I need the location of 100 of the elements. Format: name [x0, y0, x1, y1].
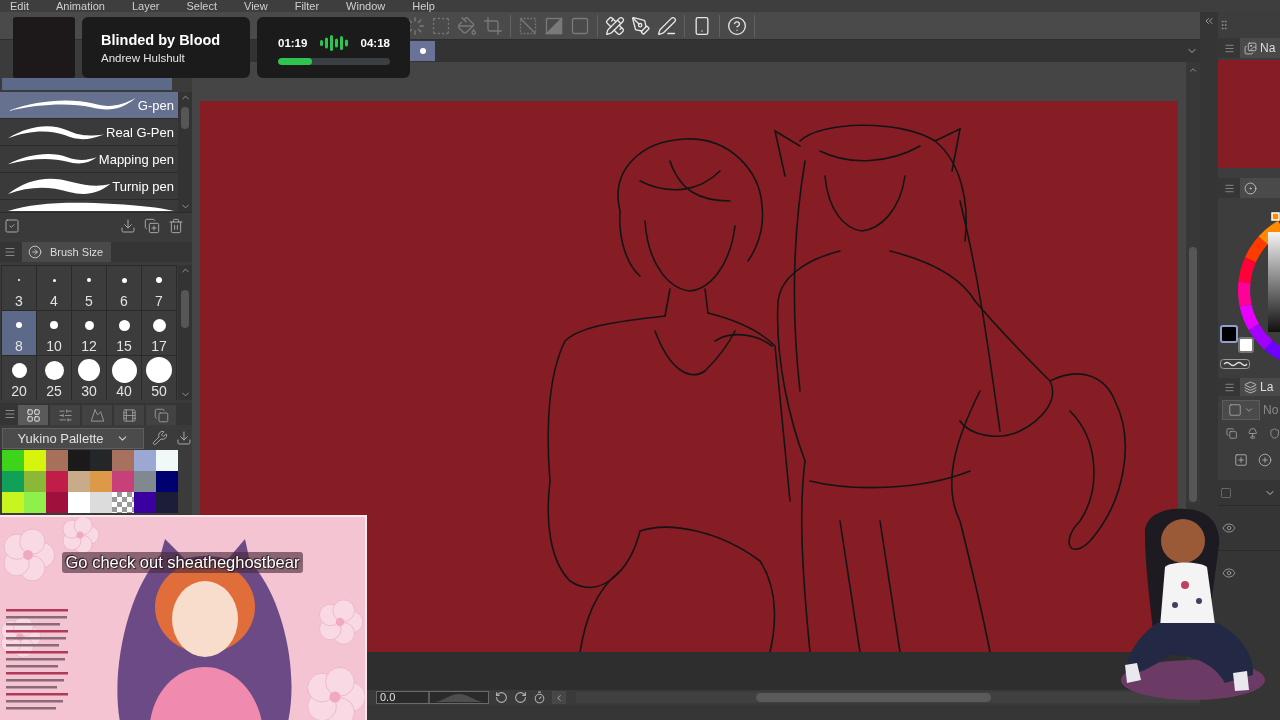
color-swatch[interactable] — [90, 471, 112, 492]
brush-size-option[interactable]: 7 — [142, 266, 176, 310]
brush-size-option[interactable]: 25 — [37, 356, 71, 400]
stopwatch-icon[interactable] — [533, 691, 546, 704]
color-swatch[interactable] — [2, 471, 24, 492]
brush-size-option[interactable]: 30 — [72, 356, 106, 400]
scrollbar-thumb[interactable] — [756, 693, 991, 702]
layer-tab[interactable]: La — [1240, 378, 1280, 396]
pen-nib-icon[interactable] — [631, 15, 651, 36]
color-square[interactable] — [1268, 232, 1280, 332]
palette-tab[interactable] — [114, 405, 144, 425]
menu-icon[interactable] — [4, 408, 16, 420]
menu-item[interactable]: Window — [346, 0, 386, 12]
color-wheel-tab[interactable] — [1240, 178, 1280, 198]
checkbox-icon[interactable] — [1220, 486, 1232, 499]
rotate-left-icon[interactable] — [495, 691, 508, 704]
color-wheel[interactable] — [1238, 220, 1280, 363]
menu-item[interactable]: View — [244, 0, 268, 12]
scrollbar-thumb[interactable] — [181, 107, 189, 129]
color-swatch[interactable] — [68, 450, 90, 471]
subtool-item[interactable]: G-pen — [0, 92, 178, 119]
wave-icon[interactable] — [1220, 359, 1250, 369]
color-swatch[interactable] — [68, 471, 90, 492]
eye-icon[interactable] — [1222, 521, 1236, 535]
brush-size-option[interactable]: 17 — [142, 311, 176, 355]
brush-size-option[interactable]: 40 — [107, 356, 141, 400]
color-swatch[interactable] — [46, 450, 68, 471]
menu-icon[interactable] — [1223, 42, 1235, 54]
rotation-field[interactable]: 0.0 — [376, 691, 489, 704]
navigator-tab[interactable]: Na — [1240, 38, 1280, 58]
download-icon[interactable] — [120, 217, 136, 234]
rotate-right-icon[interactable] — [514, 691, 527, 704]
color-swatch[interactable] — [2, 492, 24, 513]
canvas-tab[interactable] — [410, 41, 435, 61]
layer-color-dropdown[interactable] — [1222, 400, 1260, 420]
color-swatch[interactable] — [24, 492, 46, 513]
pen-line-icon[interactable] — [657, 15, 677, 36]
menu-item[interactable]: Select — [186, 0, 217, 12]
color-swatch[interactable] — [156, 492, 178, 513]
menu-item[interactable]: Edit — [10, 0, 29, 12]
palette-tab[interactable] — [18, 405, 48, 425]
color-swatch[interactable] — [46, 492, 68, 513]
double-chevron-left-icon[interactable] — [1203, 15, 1215, 27]
palette-tab[interactable] — [50, 405, 80, 425]
color-swatch[interactable] — [134, 471, 156, 492]
chevron-up-icon[interactable] — [1188, 65, 1198, 75]
brush-size-option[interactable]: 5 — [72, 266, 106, 310]
brush-size-option[interactable]: 20 — [2, 356, 36, 400]
horizontal-scrollbar[interactable] — [576, 692, 1200, 703]
menu-icon[interactable] — [1223, 381, 1235, 393]
transparent-swatch[interactable] — [112, 492, 134, 513]
color-swatch[interactable] — [90, 492, 112, 513]
color-swatch[interactable] — [112, 471, 134, 492]
menu-item[interactable]: Layer — [131, 0, 160, 12]
scroll-left-button[interactable] — [552, 691, 566, 704]
scrollbar[interactable] — [178, 265, 192, 400]
color-swatch[interactable] — [24, 471, 46, 492]
brush-size-tab[interactable]: Brush Size — [22, 242, 112, 262]
brush-size-option[interactable]: 50 — [142, 356, 176, 400]
scrollbar-thumb[interactable] — [1189, 247, 1197, 502]
copy-plus-icon[interactable] — [144, 217, 160, 234]
help-icon[interactable] — [727, 15, 747, 36]
brush-size-option[interactable]: 10 — [37, 311, 71, 355]
color-swatch[interactable] — [90, 450, 112, 471]
menu-icon[interactable] — [1223, 182, 1235, 194]
color-swatch[interactable] — [24, 450, 46, 471]
color-swatch[interactable] — [156, 450, 178, 471]
brush-size-option[interactable]: 4 — [37, 266, 71, 310]
palette-tab[interactable] — [146, 405, 176, 425]
color-swatch[interactable] — [134, 492, 156, 513]
menu-item[interactable]: Help — [412, 0, 435, 12]
color-swatch[interactable] — [1238, 337, 1254, 353]
color-swatch[interactable] — [156, 471, 178, 492]
copy-icon[interactable] — [1226, 427, 1238, 440]
square-plus-icon[interactable] — [1234, 453, 1248, 467]
download-icon[interactable] — [176, 430, 192, 446]
checkbox-icon[interactable] — [4, 217, 20, 234]
scrollbar[interactable] — [178, 92, 192, 212]
menu-icon[interactable] — [4, 246, 16, 258]
wrench-icon[interactable] — [152, 430, 169, 446]
brush-size-option[interactable]: 3 — [2, 266, 36, 310]
color-swatch[interactable] — [112, 450, 134, 471]
shield-icon[interactable] — [1268, 427, 1280, 440]
color-swatch[interactable] — [134, 450, 156, 471]
color-swatch[interactable] — [46, 471, 68, 492]
trash-icon[interactable] — [168, 217, 184, 234]
palette-tab[interactable] — [82, 405, 112, 425]
grip-icon[interactable] — [1218, 19, 1230, 31]
circle-plus-icon[interactable] — [1258, 453, 1272, 467]
menu-item[interactable]: Animation — [55, 0, 105, 12]
color-swatch[interactable] — [2, 450, 24, 471]
pencil-ruler-icon[interactable] — [605, 15, 625, 36]
lamp-icon[interactable] — [1247, 427, 1259, 440]
brush-size-option[interactable]: 12 — [72, 311, 106, 355]
brush-size-option[interactable]: 8 — [2, 311, 36, 355]
brush-size-option[interactable]: 15 — [107, 311, 141, 355]
menu-item[interactable]: Filter — [294, 0, 320, 12]
color-swatch[interactable] — [68, 492, 90, 513]
brush-size-option[interactable]: 6 — [107, 266, 141, 310]
hue-marker-icon[interactable] — [1271, 212, 1280, 221]
